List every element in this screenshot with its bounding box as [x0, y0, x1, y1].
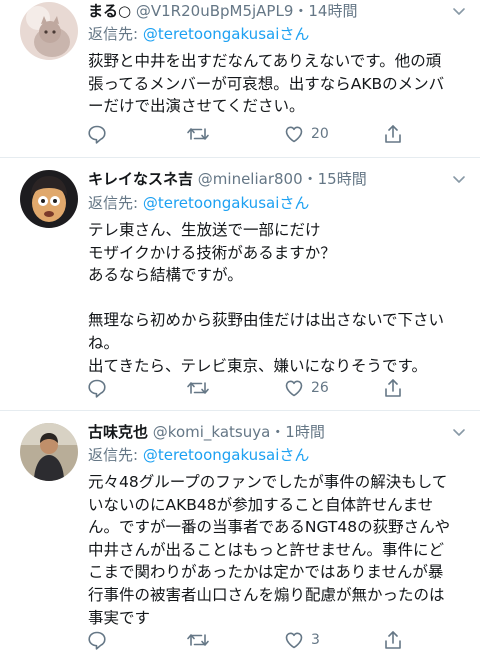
reply-button[interactable]: [86, 628, 108, 652]
like-button[interactable]: 3: [283, 628, 320, 652]
reply-icon: [88, 125, 106, 144]
share-icon: [385, 379, 401, 397]
reply-to-line: 返信先: @teretoongakusaiさん: [88, 24, 309, 44]
reply-to-label: 返信先:: [88, 25, 143, 43]
like-button[interactable]: 20: [283, 122, 329, 146]
heart-icon: [285, 632, 303, 649]
like-count: 26: [311, 380, 329, 396]
reply-button[interactable]: [86, 122, 108, 146]
tweet-text-line: こまで関わりがあったかは定かではありませんが暴: [88, 563, 444, 582]
avatar[interactable]: [20, 2, 78, 60]
share-button[interactable]: [382, 376, 404, 400]
tweet-text-line: あるなら結構ですが。: [88, 266, 243, 285]
reply-button[interactable]: [86, 376, 108, 400]
user-handle[interactable]: @mineliar800: [198, 170, 303, 188]
chevron-down-icon[interactable]: [452, 425, 466, 439]
user-handle[interactable]: @V1R20uBpM5jAPL9: [136, 2, 294, 20]
share-button[interactable]: [382, 122, 404, 146]
tweet-header: 古味克也 @komi_katsuya・1時間: [88, 422, 434, 442]
share-icon: [385, 125, 401, 143]
tweet-text-line: 事実です: [88, 608, 151, 627]
like-count: 3: [311, 632, 320, 648]
reply-to-mention[interactable]: @teretoongakusaiさん: [143, 446, 310, 464]
reply-to-line: 返信先: @teretoongakusaiさん: [88, 193, 309, 213]
tweet-text-line: 中井さんが出ることはもっと許せません。事件にど: [88, 540, 445, 559]
avatar[interactable]: [20, 423, 78, 481]
display-name[interactable]: まる○: [88, 2, 131, 20]
like-count: 20: [311, 126, 329, 142]
reply-to-label: 返信先:: [88, 446, 143, 464]
reply-to-mention[interactable]: @teretoongakusaiさん: [143, 194, 310, 212]
tweet-text: 元々48グループのファンでしたが事件の解決もして いないのにAKB48が参加する…: [88, 471, 460, 629]
share-button[interactable]: [382, 628, 404, 652]
tweet-text-line: 行事件の被害者山口さんを煽り配慮が無かったのは: [88, 585, 445, 604]
tweet-text-line: モザイクかける技術があるますか？: [88, 243, 336, 262]
tweet-text-line: いないのにAKB48が参加すること自体許せんませ: [88, 495, 434, 514]
tweet-text-line: ん。ですが一番の当事者であるNGT48の荻野さんや: [88, 518, 451, 537]
tweet-header: まる○ @V1R20uBpM5jAPL9・14時間: [88, 1, 434, 21]
cat-avatar-icon: [20, 2, 78, 60]
retweet-icon: [187, 128, 209, 140]
timestamp[interactable]: ・1時間: [270, 423, 325, 441]
tweet-text-line: 荻野と中井を出すだなんてありえないです。他の頑: [88, 52, 442, 70]
timestamp[interactable]: ・14時間: [293, 2, 357, 20]
tweet-text-line: テレ東さん、生放送で一部にだけ: [88, 221, 321, 239]
tweet-text-line: 張ってるメンバーが可哀想。出すならAKBのメンバ: [88, 74, 445, 93]
reply-to-label: 返信先:: [88, 194, 143, 212]
tweet-text-line: 元々48グループのファンでしたが事件の解決もして: [88, 473, 448, 491]
reply-icon: [88, 379, 106, 398]
tweet-text-line: 無理なら初めから荻野由佳だけは出さないで下さい: [88, 311, 445, 330]
share-icon: [385, 631, 401, 649]
reply-icon: [88, 631, 106, 650]
tweet-header: キレイなスネ吉 @mineliar800・15時間: [88, 169, 434, 189]
tweet-actions: 26: [86, 376, 416, 400]
tweet-text-line: ね。: [88, 333, 120, 352]
retweet-icon: [187, 634, 209, 646]
like-button[interactable]: 26: [283, 376, 329, 400]
user-handle[interactable]: @komi_katsuya: [153, 423, 271, 441]
retweet-button[interactable]: [186, 628, 210, 652]
chevron-down-icon[interactable]: [452, 172, 466, 186]
tweet-text-line: 出てきたら、テレビ東京、嫌いになりそうです。: [88, 356, 427, 375]
retweet-button[interactable]: [186, 376, 210, 400]
tweet-2[interactable]: キレイなスネ吉 @mineliar800・15時間 返信先: @teretoon…: [0, 158, 480, 410]
heart-icon: [285, 126, 303, 143]
tweet-1[interactable]: まる○ @V1R20uBpM5jAPL9・14時間 返信先: @teretoon…: [0, 0, 480, 156]
retweet-button[interactable]: [186, 122, 210, 146]
reply-to-mention[interactable]: @teretoongakusaiさん: [143, 25, 310, 43]
person-photo-avatar-icon: [20, 423, 78, 481]
tweet-text-line: ーだけで出演させてください。: [88, 97, 305, 116]
avatar[interactable]: [20, 170, 78, 228]
tweet-text: テレ東さん、生放送で一部にだけ モザイクかける技術があるますか？ あるなら結構で…: [88, 219, 460, 377]
heart-icon: [285, 380, 303, 397]
timestamp[interactable]: ・15時間: [303, 170, 367, 188]
tweet-3[interactable]: 古味克也 @komi_katsuya・1時間 返信先: @teretoongak…: [0, 411, 480, 662]
retweet-icon: [187, 382, 209, 394]
tweet-actions: 3: [86, 628, 416, 652]
tweet-actions: 20: [86, 122, 416, 146]
chevron-down-icon[interactable]: [452, 4, 466, 18]
tweet-text-blank-line: [88, 287, 460, 310]
tweet-text: 荻野と中井を出すだなんてありえないです。他の頑 張ってるメンバーが可哀想。出すな…: [88, 50, 460, 118]
display-name[interactable]: 古味克也: [88, 423, 148, 441]
display-name[interactable]: キレイなスネ吉: [88, 170, 193, 188]
cartoon-character-avatar-icon: [20, 170, 78, 228]
reply-to-line: 返信先: @teretoongakusaiさん: [88, 445, 309, 465]
